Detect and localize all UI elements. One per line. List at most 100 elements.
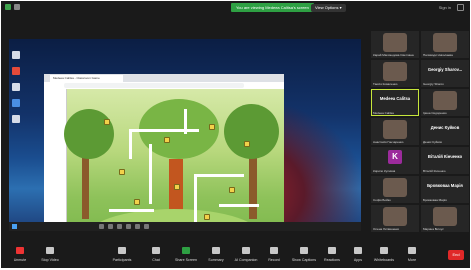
unmute-button[interactable]: Unmute (3, 247, 37, 262)
maze-coin[interactable] (119, 169, 125, 175)
participant-tile[interactable]: Марина Білоус (421, 205, 469, 232)
participant-tile[interactable]: Ірина Сидоренко (421, 89, 469, 116)
record-button[interactable]: Record (257, 247, 291, 262)
desktop-icon (12, 67, 20, 75)
maze-coin[interactable] (244, 141, 250, 147)
share-screen-button[interactable]: Share Screen (169, 247, 203, 262)
apps-icon (354, 247, 362, 254)
participant-name: Паливоди Николаева (423, 53, 453, 57)
taskbar-app-icon[interactable] (135, 224, 140, 229)
maze-coin[interactable] (209, 124, 215, 130)
participant-video (383, 33, 407, 52)
participant-name: Карай Магомедова Светлана (373, 53, 414, 57)
shield-icon[interactable] (5, 4, 11, 10)
participant-tile[interactable]: Софія Бойко (371, 176, 419, 203)
tree-crown (224, 104, 279, 159)
participants-icon (118, 247, 126, 254)
participant-tile[interactable]: Анастасія Гончаренко (371, 118, 419, 145)
desktop-icon (12, 51, 20, 59)
participant-video (383, 62, 407, 81)
participant-video (383, 120, 407, 139)
browser-tab: Medeea Calitsa - Classroom Game (50, 75, 123, 82)
participant-video (433, 207, 457, 226)
participant-tile[interactable]: Віталій Кінченко Віталій Кінченко (421, 147, 469, 174)
sign-in-link[interactable]: Sign in (439, 5, 451, 10)
maze-coin[interactable] (164, 137, 170, 143)
zoom-meeting-window: You are viewing Medeea Calitsa's screen … (1, 1, 470, 268)
participant-name: Денис Куйков (423, 140, 442, 144)
summary-icon (212, 247, 220, 254)
meeting-toolbar: Unmute Stop Video Participants Chat Shar… (1, 244, 470, 268)
maze-wall (109, 209, 154, 212)
participant-name: Georgiy Sharov (423, 82, 444, 86)
participant-name-large: Бровковаа Марія (427, 183, 463, 188)
taskbar-app-icon[interactable] (144, 224, 149, 229)
maze-wall (149, 144, 152, 204)
info-icon[interactable] (14, 4, 20, 10)
more-icon (408, 247, 416, 254)
end-meeting-button[interactable]: End (448, 250, 464, 260)
reactions-icon (328, 247, 336, 254)
taskbar-app-icon[interactable] (99, 224, 104, 229)
taskbar-app-icon[interactable] (108, 224, 113, 229)
participant-name: Марина Білоус (423, 227, 444, 231)
top-right-controls: Sign in (439, 4, 464, 11)
maze-coin[interactable] (174, 184, 180, 190)
tree-crown (64, 109, 114, 159)
participant-name-large: Денис Куйков (430, 125, 460, 130)
participants-button[interactable]: Participants (105, 247, 139, 262)
stop-video-button[interactable]: Stop Video (33, 247, 67, 262)
participant-name-large: Medeea Calitsa (379, 96, 411, 101)
desktop-icon (12, 83, 20, 91)
shared-screen: Medeea Calitsa - Classroom Game (9, 39, 361, 231)
maze-wall (129, 129, 199, 132)
more-button[interactable]: More (395, 247, 429, 262)
participant-tile[interactable]: Georgiy Sharov... Georgiy Sharov (421, 60, 469, 87)
browser-tab-strip: Medeea Calitsa - Classroom Game (44, 74, 284, 82)
maze-coin[interactable] (104, 119, 110, 125)
participant-tile[interactable]: Олена Литвиненко (371, 205, 419, 232)
participant-tile[interactable]: K Кирило Куликов (371, 147, 419, 174)
desktop-icon (12, 115, 20, 123)
maze-coin[interactable] (204, 214, 210, 220)
whiteboard-icon (380, 247, 388, 254)
windows-taskbar (9, 222, 361, 231)
participant-tile[interactable]: Денис Куйков Денис Куйков (421, 118, 469, 145)
chat-icon (152, 247, 160, 254)
desktop-icon (12, 99, 20, 107)
maze-coin[interactable] (229, 187, 235, 193)
participant-name: Ірина Сидоренко (423, 111, 447, 115)
tree-trunk (82, 149, 89, 219)
fullscreen-icon[interactable] (457, 4, 464, 11)
participant-tile-active-speaker[interactable]: Medeea Calitsa Medeea Calitsa (371, 89, 419, 116)
maze-wall (129, 129, 132, 159)
participant-name: Бровковаа Марія (423, 198, 447, 202)
participant-name: Кирило Куликов (373, 169, 396, 173)
participant-name-large: Georgiy Sharov... (427, 67, 463, 72)
ai-companion-icon (242, 247, 250, 254)
top-left-status (5, 4, 20, 10)
top-bar: You are viewing Medeea Calitsa's screen … (1, 1, 470, 15)
summary-button[interactable]: Summary (199, 247, 233, 262)
participant-tile[interactable]: Карай Магомедова Светлана (371, 31, 419, 58)
game-sidebar (44, 89, 67, 231)
windows-start-icon[interactable] (12, 224, 17, 229)
participant-tile[interactable]: Таисія Коваленко (371, 60, 419, 87)
chat-button[interactable]: Chat (139, 247, 173, 262)
maze-coin[interactable] (134, 199, 140, 205)
captions-icon (300, 247, 308, 254)
participant-name: Віталій Кінченко (423, 169, 446, 173)
participant-name: Олена Литвиненко (373, 227, 400, 231)
participant-tile[interactable]: Бровковаа Марія Бровковаа Марія (421, 176, 469, 203)
maze-wall (184, 109, 187, 134)
view-options-button[interactable]: View Options ▾ (311, 4, 346, 12)
taskbar-app-icon[interactable] (117, 224, 122, 229)
maze-wall (194, 174, 244, 177)
taskbar-app-icon[interactable] (126, 224, 131, 229)
video-camera-icon (46, 247, 54, 254)
participant-video (383, 207, 407, 226)
desktop-icons (12, 51, 20, 123)
participant-name-large: Віталій Кінченко (427, 154, 463, 159)
maze-wall (194, 174, 197, 224)
participant-tile[interactable]: Паливоди Николаева (421, 31, 469, 58)
